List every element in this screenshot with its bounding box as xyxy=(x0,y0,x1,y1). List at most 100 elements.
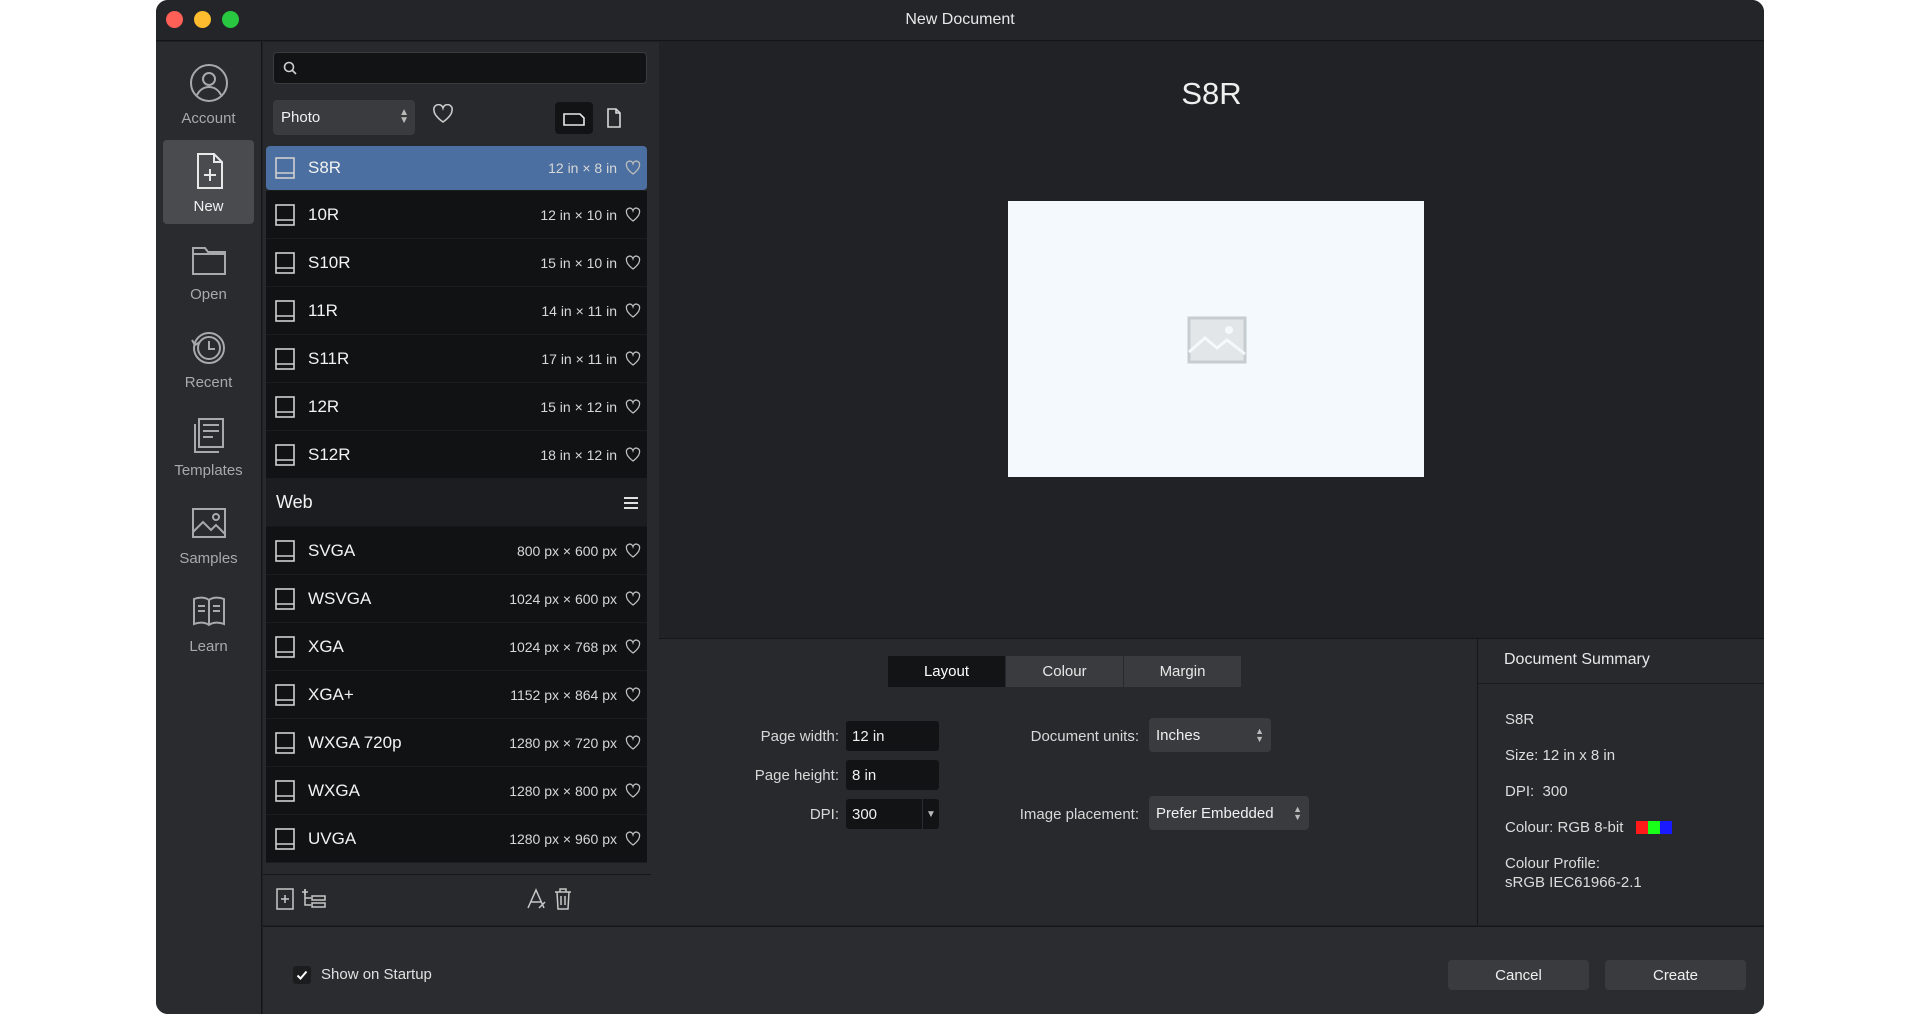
preset-row[interactable]: XGA+ 1152 px × 864 px xyxy=(266,671,647,719)
preset-name: UVGA xyxy=(308,828,357,848)
hamburger-menu-icon[interactable] xyxy=(623,496,639,510)
favourite-heart-icon[interactable] xyxy=(625,350,641,367)
landscape-orientation-button[interactable] xyxy=(555,102,593,134)
preset-list: S8R 12 in × 8 in 10R 12 in × 10 in S10R 15 in… xyxy=(263,144,650,913)
trash-icon[interactable] xyxy=(553,887,573,911)
document-preview-area: S8R xyxy=(659,42,1764,638)
sidebar-item-new[interactable]: New xyxy=(163,140,254,224)
preset-list-footer xyxy=(263,874,651,925)
page-height-field[interactable]: 8 in xyxy=(846,760,939,790)
preset-size: 18 in × 12 in xyxy=(540,446,617,463)
document-settings-panel: Layout Colour Margin Page width: 12 in P… xyxy=(659,638,1477,925)
preset-size: 12 in × 8 in xyxy=(548,160,617,176)
tab-colour[interactable]: Colour xyxy=(1006,656,1124,687)
preset-name: XGA xyxy=(308,636,344,656)
add-preset-icon[interactable] xyxy=(275,887,295,911)
page-width-field[interactable]: 12 in xyxy=(846,721,939,751)
favourite-heart-icon[interactable] xyxy=(625,590,641,607)
preset-size: 1280 px × 720 px xyxy=(509,734,617,751)
document-summary-panel: Document Summary S8R Size: 12 in x 8 in … xyxy=(1477,638,1764,925)
add-category-icon[interactable] xyxy=(301,887,327,911)
sidebar-item-templates[interactable]: Templates xyxy=(163,404,254,488)
document-units-select[interactable]: Inches ▲ ▼ xyxy=(1149,718,1271,752)
page-width-label: Page width: xyxy=(760,728,839,745)
document-units-value: Inches xyxy=(1156,727,1201,744)
preset-search-input[interactable] xyxy=(273,52,647,84)
favourite-heart-icon[interactable] xyxy=(625,206,641,223)
favourite-heart-icon[interactable] xyxy=(625,638,641,655)
sidebar-item-samples[interactable]: Samples xyxy=(163,492,254,576)
text-style-icon[interactable] xyxy=(525,887,549,911)
sidebar-item-account[interactable]: Account xyxy=(163,52,254,136)
account-icon xyxy=(189,64,228,102)
document-preset-icon xyxy=(275,347,295,370)
favourite-heart-icon[interactable] xyxy=(625,686,641,703)
recent-clock-icon xyxy=(190,332,225,364)
favourite-heart-icon[interactable] xyxy=(625,160,641,176)
sidebar: Account New Open Recent Templates Sample… xyxy=(156,42,262,1014)
preset-size: 15 in × 10 in xyxy=(540,254,617,271)
favourite-heart-icon[interactable] xyxy=(625,398,641,415)
sidebar-item-open[interactable]: Open xyxy=(163,228,254,312)
preset-name: 12R xyxy=(308,396,340,416)
preset-row[interactable]: S10R 15 in × 10 in xyxy=(266,239,647,287)
window-title: New Document xyxy=(905,11,1015,28)
tab-margin[interactable]: Margin xyxy=(1124,656,1242,687)
preset-name: S10R xyxy=(308,252,351,272)
favourite-heart-icon[interactable] xyxy=(625,734,641,751)
group-name: Web xyxy=(276,492,313,512)
preset-name: WXGA xyxy=(308,780,360,800)
image-placement-label: Image placement: xyxy=(1019,806,1139,823)
sidebar-item-learn[interactable]: Learn xyxy=(163,580,254,664)
chevron-down-icon[interactable]: ▼ xyxy=(922,799,939,829)
preset-row[interactable]: S11R 17 in × 11 in xyxy=(266,335,647,383)
category-select-value: Photo xyxy=(281,109,321,126)
sidebar-item-label: Open xyxy=(190,286,227,303)
preset-row[interactable]: 12R 15 in × 12 in xyxy=(266,383,647,431)
red-swatch xyxy=(1635,821,1648,834)
image-placement-select[interactable]: Prefer Embedded ▲ ▼ xyxy=(1149,796,1309,830)
preset-name: 11R xyxy=(308,300,338,320)
preset-size: 1024 px × 600 px xyxy=(509,590,617,607)
summary-dpi: DPI: 300 xyxy=(1505,783,1568,800)
preset-row[interactable]: WXGA 1280 px × 800 px xyxy=(266,767,647,815)
preset-row[interactable]: SVGA 800 px × 600 px xyxy=(266,527,647,575)
portrait-orientation-button[interactable] xyxy=(595,102,633,134)
preset-row[interactable]: S12R 18 in × 12 in xyxy=(266,431,647,479)
preset-group-header-web[interactable]: Web xyxy=(266,479,647,527)
preset-row[interactable]: 10R 12 in × 10 in xyxy=(266,191,647,239)
preset-row[interactable]: 11R 14 in × 11 in xyxy=(266,287,647,335)
tab-layout[interactable]: Layout xyxy=(888,656,1006,687)
summary-colour-line: Colour: RGB 8-bit xyxy=(1505,819,1672,836)
sidebar-item-recent[interactable]: Recent xyxy=(163,316,254,400)
create-button[interactable]: Create xyxy=(1605,960,1746,990)
preset-size: 15 in × 12 in xyxy=(540,398,617,415)
cancel-button[interactable]: Cancel xyxy=(1448,960,1589,990)
summary-size: Size: 12 in x 8 in xyxy=(1505,747,1616,764)
favourite-heart-icon[interactable] xyxy=(625,542,641,559)
dpi-value: 300 xyxy=(852,806,878,823)
favourite-heart-icon[interactable] xyxy=(625,446,641,463)
page-height-label: Page height: xyxy=(754,767,839,784)
checkmark-icon xyxy=(296,970,308,980)
preset-row[interactable]: WSVGA 1024 px × 600 px xyxy=(266,575,647,623)
favourite-heart-icon[interactable] xyxy=(625,830,641,847)
preset-size: 1280 px × 800 px xyxy=(509,782,617,799)
sidebar-item-label: New xyxy=(193,198,224,215)
preset-row[interactable]: WXGA 720p 1280 px × 720 px xyxy=(266,719,647,767)
preset-name: 10R xyxy=(308,204,340,224)
show-on-startup-label: Show on Startup xyxy=(321,966,432,983)
preset-row[interactable]: S8R 12 in × 8 in xyxy=(266,146,647,191)
favourite-heart-icon[interactable] xyxy=(625,254,641,271)
favourite-heart-icon[interactable] xyxy=(625,782,641,799)
preset-row[interactable]: UVGA 1280 px × 960 px xyxy=(266,815,647,863)
preset-row[interactable]: XGA 1024 px × 768 px xyxy=(266,623,647,671)
document-preset-icon xyxy=(275,779,295,802)
show-on-startup-checkbox[interactable] xyxy=(293,966,311,984)
category-select[interactable]: Photo ▲ ▼ xyxy=(273,100,415,135)
sidebar-item-label: Account xyxy=(181,110,236,127)
bottom-bar: Show on Startup Cancel Create xyxy=(263,926,1764,1014)
favourites-heart-icon[interactable] xyxy=(432,104,454,124)
favourite-heart-icon[interactable] xyxy=(625,302,641,319)
dpi-field[interactable]: 300 ▼ xyxy=(846,799,939,829)
